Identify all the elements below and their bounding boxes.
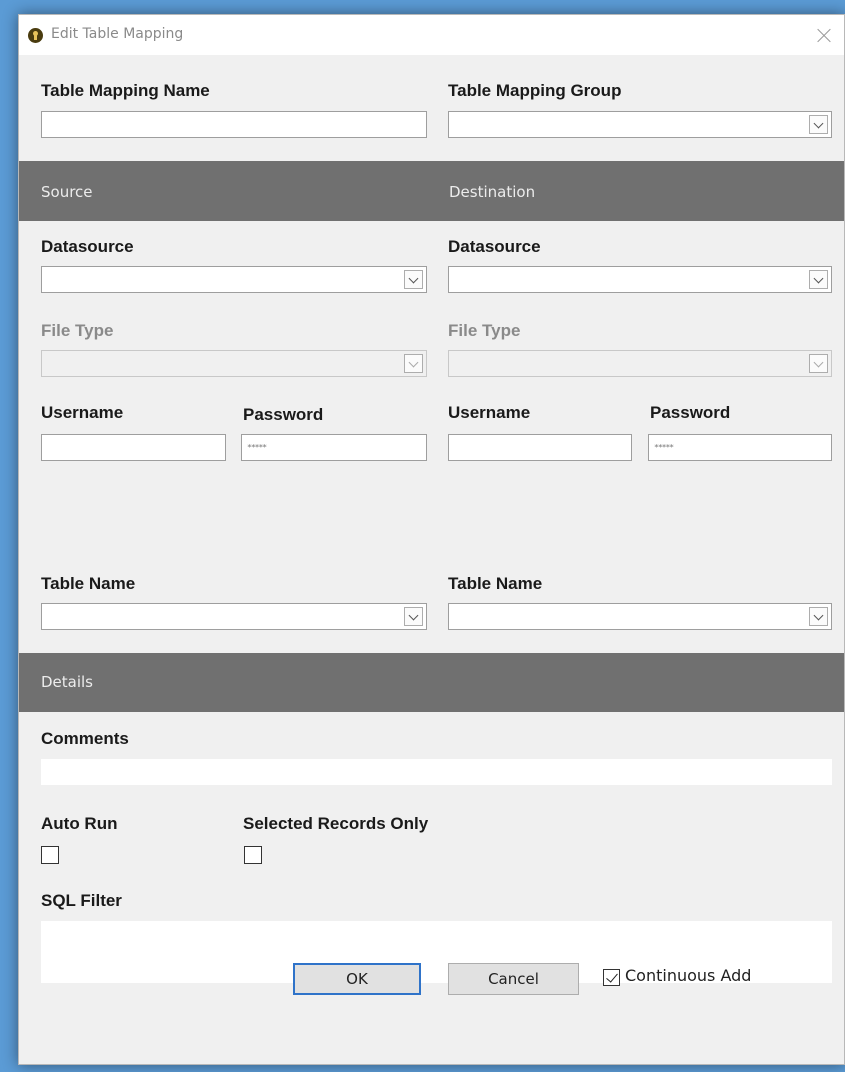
cancel-button[interactable]: Cancel bbox=[448, 963, 579, 995]
window-title: Edit Table Mapping bbox=[51, 26, 184, 42]
source-password-label: Password bbox=[243, 405, 324, 424]
source-filetype-select bbox=[41, 350, 427, 377]
destination-datasource-label: Datasource bbox=[448, 237, 541, 256]
destination-datasource-select[interactable] bbox=[448, 266, 832, 293]
sql-filter-label: SQL Filter bbox=[41, 891, 122, 910]
source-username-label: Username bbox=[41, 403, 124, 422]
title-bar: Edit Table Mapping bbox=[19, 15, 844, 55]
chevron-down-icon bbox=[404, 354, 423, 373]
source-filetype-label: File Type bbox=[41, 321, 114, 340]
password-mask: ***** bbox=[654, 443, 674, 452]
selected-records-only-checkbox[interactable] bbox=[244, 846, 262, 864]
source-password-input[interactable]: ***** bbox=[241, 434, 427, 461]
continuous-add-checkbox[interactable] bbox=[603, 969, 620, 986]
source-header: Source bbox=[41, 183, 93, 201]
destination-tablename-select[interactable] bbox=[448, 603, 832, 630]
source-tablename-label: Table Name bbox=[41, 574, 136, 593]
destination-username-input[interactable] bbox=[448, 434, 632, 461]
destination-username-label: Username bbox=[448, 403, 531, 422]
destination-tablename-label: Table Name bbox=[448, 574, 543, 593]
comments-label: Comments bbox=[41, 729, 129, 748]
selected-records-only-label: Selected Records Only bbox=[243, 814, 429, 833]
chevron-down-icon[interactable] bbox=[809, 115, 828, 134]
edit-table-mapping-dialog: Edit Table Mapping Table Mapping Name Ta… bbox=[18, 14, 845, 1065]
destination-filetype-select bbox=[448, 350, 832, 377]
details-header-label: Details bbox=[41, 673, 94, 691]
chevron-down-icon[interactable] bbox=[404, 270, 423, 289]
mapping-name-label: Table Mapping Name bbox=[41, 81, 210, 100]
details-header: Details bbox=[19, 653, 844, 712]
comments-input[interactable] bbox=[41, 759, 832, 785]
source-username-input[interactable] bbox=[41, 434, 226, 461]
source-datasource-select[interactable] bbox=[41, 266, 427, 293]
destination-password-input[interactable]: ***** bbox=[648, 434, 832, 461]
close-icon[interactable] bbox=[804, 15, 844, 55]
chevron-down-icon[interactable] bbox=[404, 607, 423, 626]
mapping-group-select[interactable] bbox=[448, 111, 832, 138]
destination-password-label: Password bbox=[650, 403, 731, 422]
mapping-group-label: Table Mapping Group bbox=[448, 81, 622, 100]
auto-run-label: Auto Run bbox=[41, 814, 118, 833]
chevron-down-icon[interactable] bbox=[809, 270, 828, 289]
chevron-down-icon bbox=[809, 354, 828, 373]
source-datasource-label: Datasource bbox=[41, 237, 134, 256]
auto-run-checkbox[interactable] bbox=[41, 846, 59, 864]
mapping-name-input[interactable] bbox=[41, 111, 427, 138]
source-destination-header: Source Destination bbox=[19, 161, 844, 221]
password-mask: ***** bbox=[247, 443, 267, 452]
continuous-add-label: Continuous Add bbox=[625, 966, 752, 985]
ok-button[interactable]: OK bbox=[293, 963, 421, 995]
destination-filetype-label: File Type bbox=[448, 321, 521, 340]
chevron-down-icon[interactable] bbox=[809, 607, 828, 626]
source-tablename-select[interactable] bbox=[41, 603, 427, 630]
destination-header: Destination bbox=[449, 183, 536, 201]
app-key-icon bbox=[28, 28, 43, 43]
